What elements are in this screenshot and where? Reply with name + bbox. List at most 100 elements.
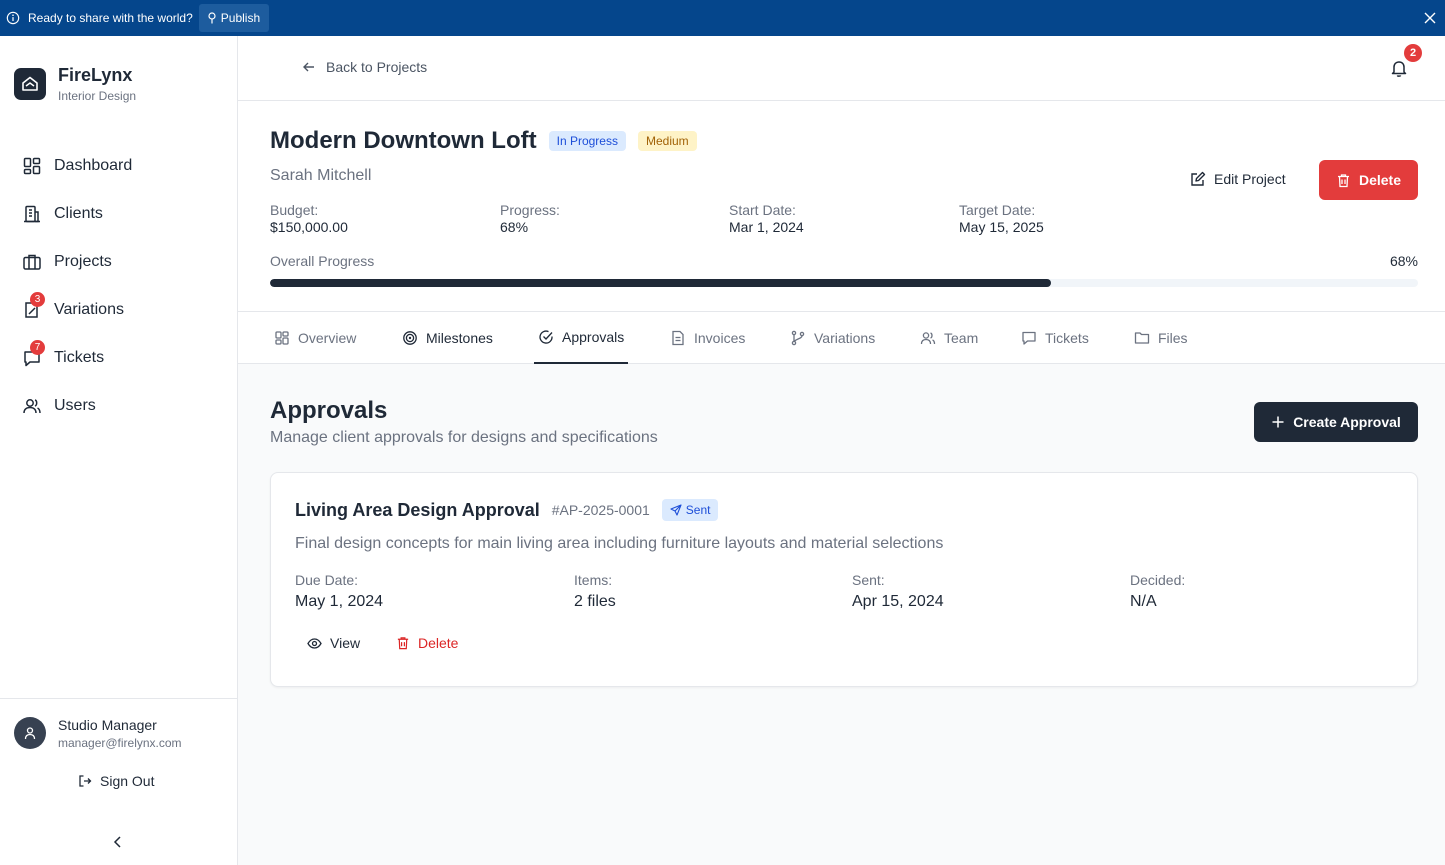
edit-icon bbox=[1191, 171, 1206, 186]
progress-stat: Progress: 68% bbox=[500, 202, 560, 236]
send-icon bbox=[670, 504, 682, 516]
overall-progress-label: Overall Progress bbox=[270, 253, 375, 269]
tickets-count-badge: 7 bbox=[30, 340, 45, 355]
create-approval-button[interactable]: Create Approval bbox=[1254, 402, 1418, 442]
tab-variations[interactable]: Variations bbox=[786, 312, 879, 364]
approval-card: Living Area Design Approval #AP-2025-000… bbox=[270, 472, 1418, 687]
tab-tickets[interactable]: Tickets bbox=[1017, 312, 1093, 364]
dashboard-icon bbox=[23, 157, 41, 175]
due-date-label: Due Date: bbox=[295, 572, 359, 588]
close-icon[interactable] bbox=[1423, 11, 1437, 25]
sidebar-item-label: Tickets bbox=[54, 349, 105, 366]
publish-button[interactable]: Publish bbox=[198, 4, 270, 32]
logout-icon bbox=[79, 775, 92, 787]
tab-label: Overview bbox=[298, 330, 357, 346]
branch-icon bbox=[791, 330, 805, 346]
approval-status-label: Sent bbox=[685, 503, 711, 517]
tab-milestones[interactable]: Milestones bbox=[398, 312, 497, 364]
brand[interactable]: FireLynx Interior Design bbox=[14, 64, 136, 104]
tab-label: Files bbox=[1158, 330, 1188, 346]
sent-value: Apr 15, 2024 bbox=[852, 593, 944, 610]
sidebar-item-clients[interactable]: Clients bbox=[0, 190, 237, 238]
tab-label: Team bbox=[944, 330, 979, 346]
sidebar-item-tickets[interactable]: 7 Tickets bbox=[0, 334, 237, 382]
create-approval-label: Create Approval bbox=[1293, 414, 1401, 430]
start-date-value: Mar 1, 2024 bbox=[729, 219, 804, 235]
sidebar-item-variations[interactable]: 3 Variations bbox=[0, 286, 237, 334]
start-date-label: Start Date: bbox=[729, 202, 796, 218]
project-tabs: Overview Milestones Approvals Invoices V… bbox=[238, 312, 1445, 364]
sidebar-item-label: Dashboard bbox=[54, 157, 133, 174]
tab-overview[interactable]: Overview bbox=[270, 312, 360, 364]
sidebar-item-dashboard[interactable]: Dashboard bbox=[0, 142, 237, 190]
tab-label: Milestones bbox=[426, 330, 493, 346]
progress-value: 68% bbox=[500, 219, 529, 235]
priority-badge: Medium bbox=[637, 131, 697, 151]
team-icon bbox=[920, 332, 936, 345]
brand-name: FireLynx bbox=[58, 65, 133, 85]
status-badge: In Progress bbox=[548, 131, 626, 151]
view-approval-button[interactable]: View bbox=[307, 635, 360, 651]
tab-files[interactable]: Files bbox=[1130, 312, 1192, 364]
overall-progress-value: 68% bbox=[1389, 253, 1418, 269]
topbar: Back to Projects 2 bbox=[238, 36, 1445, 101]
trash-icon bbox=[397, 637, 409, 650]
sent-label: Sent: bbox=[852, 572, 885, 588]
sidebar-item-projects[interactable]: Projects bbox=[0, 238, 237, 286]
bell-icon[interactable] bbox=[1389, 58, 1409, 78]
edit-project-label: Edit Project bbox=[1214, 171, 1286, 187]
project-client: Sarah Mitchell bbox=[270, 167, 372, 184]
tab-invoices[interactable]: Invoices bbox=[666, 312, 749, 364]
sign-out-button[interactable]: Sign Out bbox=[78, 773, 154, 789]
sign-out-label: Sign Out bbox=[100, 773, 155, 789]
main-content: Back to Projects 2 Modern Downtown Loft … bbox=[238, 36, 1445, 865]
target-date-label: Target Date: bbox=[959, 202, 1036, 218]
target-icon bbox=[403, 331, 417, 345]
budget-stat: Budget: $150,000.00 bbox=[270, 202, 348, 236]
delete-project-label: Delete bbox=[1358, 172, 1402, 188]
user-icon bbox=[24, 727, 36, 740]
sidebar-item-label: Clients bbox=[54, 205, 103, 222]
due-date-value: May 1, 2024 bbox=[295, 593, 384, 610]
approval-description: Final design concepts for main living ar… bbox=[295, 535, 944, 552]
plus-icon bbox=[1272, 416, 1284, 428]
overall-progress-bar bbox=[270, 279, 1418, 287]
pin-icon bbox=[208, 12, 216, 24]
variations-count-badge: 3 bbox=[30, 292, 45, 307]
back-label: Back to Projects bbox=[326, 59, 428, 75]
brand-subtitle: Interior Design bbox=[58, 89, 137, 103]
approval-id: #AP-2025-0001 bbox=[551, 502, 650, 518]
publish-banner: Ready to share with the world? Publish bbox=[0, 0, 1445, 36]
due-date-stat: Due Date: May 1, 2024 bbox=[295, 572, 383, 613]
budget-label: Budget: bbox=[270, 202, 319, 218]
approval-title: Living Area Design Approval bbox=[295, 499, 540, 520]
banner-text: Ready to share with the world? bbox=[28, 11, 193, 25]
delete-approval-button[interactable]: Delete bbox=[396, 635, 458, 651]
approval-status-badge: Sent bbox=[661, 499, 719, 521]
back-to-projects-link[interactable]: Back to Projects bbox=[302, 59, 427, 75]
edit-project-button[interactable]: Edit Project bbox=[1190, 171, 1286, 187]
budget-value: $150,000.00 bbox=[270, 219, 348, 235]
sent-stat: Sent: Apr 15, 2024 bbox=[852, 572, 944, 613]
delete-project-button[interactable]: Delete bbox=[1319, 160, 1418, 200]
tab-label: Approvals bbox=[562, 329, 625, 345]
sidebar-item-users[interactable]: Users bbox=[0, 382, 237, 430]
tab-approvals[interactable]: Approvals bbox=[534, 312, 629, 364]
user-name: Studio Manager bbox=[58, 717, 157, 733]
info-icon bbox=[6, 11, 20, 25]
file-icon bbox=[672, 330, 684, 346]
sidebar-item-label: Variations bbox=[54, 301, 124, 318]
avatar[interactable] bbox=[14, 717, 46, 749]
items-stat: Items: 2 files bbox=[574, 572, 616, 613]
sidebar-item-label: Users bbox=[54, 397, 96, 414]
sidebar-nav: Dashboard Clients Projects 3 Variations … bbox=[0, 142, 237, 430]
approvals-heading: Approvals bbox=[270, 397, 388, 424]
view-label: View bbox=[330, 635, 361, 651]
progress-label: Progress: bbox=[500, 202, 560, 218]
publish-label: Publish bbox=[220, 11, 261, 25]
eye-icon bbox=[307, 637, 322, 649]
chevron-left-icon[interactable] bbox=[112, 835, 124, 849]
folder-icon bbox=[1134, 332, 1150, 344]
project-title: Modern Downtown Loft bbox=[270, 127, 537, 154]
tab-team[interactable]: Team bbox=[916, 312, 982, 364]
